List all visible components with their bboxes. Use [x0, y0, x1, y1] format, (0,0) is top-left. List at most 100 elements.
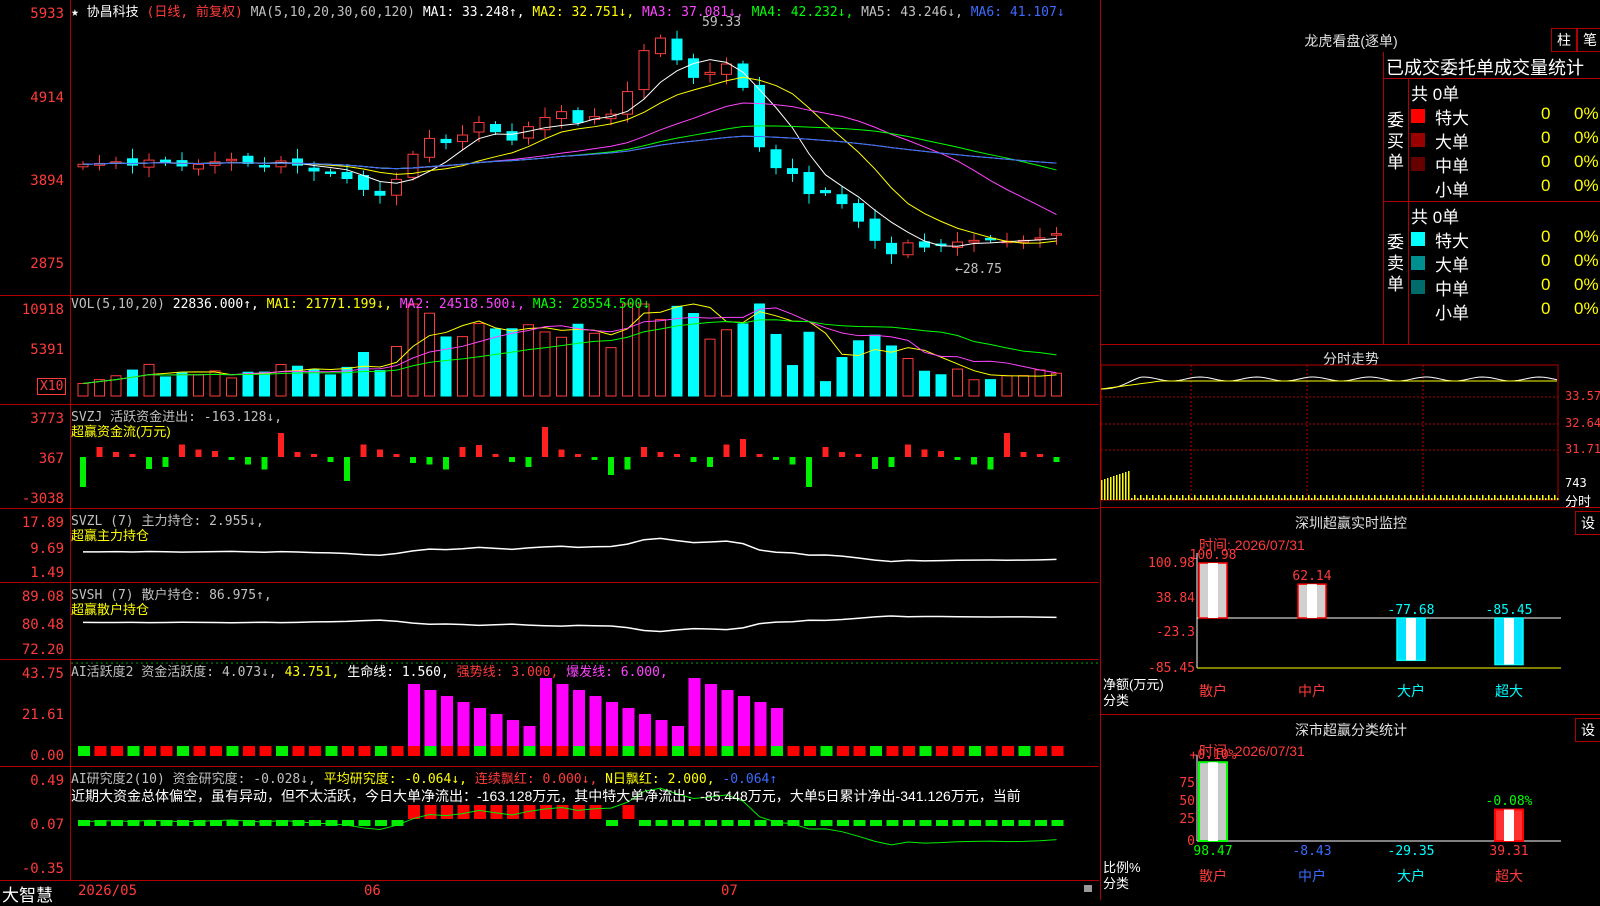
volume-bar	[671, 305, 683, 397]
fenshi-vol-bar	[1488, 495, 1490, 500]
axis-title: 分类	[1103, 876, 1130, 891]
candle-body	[292, 158, 303, 166]
fenshi-vol-bar	[1356, 495, 1358, 500]
activity-base	[738, 746, 750, 756]
candle-body	[473, 122, 485, 133]
ai-activity-panel[interactable]: 43.75 21.61 0.00 AI活跃度2 资金活跃度: 4.073↓, 4…	[0, 660, 1099, 767]
candle-body	[688, 58, 699, 78]
fenshi-vol-bar	[1209, 498, 1211, 500]
sz-stats-chart[interactable]: 755025098.47散户-8.43中户-29.35大户39.31超大+0.1…	[1101, 715, 1600, 900]
volume-bar	[539, 331, 551, 397]
activity-base	[606, 746, 618, 756]
fenshi-panel[interactable]: 分时走势 33.57 32.64 31.71 743 分时	[1100, 345, 1600, 509]
color-swatch	[1411, 109, 1425, 123]
sz-monitor-chart[interactable]: 100.98 38.84 -23.3 -85.45 100.98 散户 62.14 中户 -77…	[1101, 508, 1600, 714]
activity-base	[259, 746, 272, 756]
order-row: 特大 0 0%	[1411, 104, 1600, 128]
color-swatch	[1411, 304, 1425, 318]
svzj-panel[interactable]: 3773 367 -3038 SVZJ 活跃资金进出: -163.128↓, 超…	[0, 405, 1099, 509]
research-bar	[820, 820, 833, 826]
order-count: 0	[1541, 176, 1551, 195]
flow-bar	[344, 457, 350, 481]
fenshi-vol-bar	[1221, 498, 1223, 500]
vol-ma1: MA1: 21771.199↓,	[266, 297, 392, 312]
fenshi-vol-bar	[1338, 495, 1340, 500]
activity-bar	[408, 684, 420, 756]
volume-panel[interactable]: 10918 5391 X10 VOL(5,10,20) 22836.000↑, …	[0, 296, 1099, 405]
fenshi-vol-bar	[1215, 498, 1217, 500]
activity-base	[639, 746, 651, 756]
flow-bar	[789, 457, 796, 465]
svzj-subtitle: 超赢资金流(万元)	[71, 424, 171, 439]
svsh-panel[interactable]: 89.08 80.48 72.20 SVSH (7) 散户持仓: 86.975↑…	[0, 583, 1099, 660]
candle-body	[391, 178, 402, 196]
flow-bar	[212, 451, 218, 457]
fenshi-vol-bar	[1254, 495, 1256, 500]
star-icon[interactable]: ★	[71, 5, 79, 20]
activity-base	[573, 746, 585, 756]
research-bar	[919, 820, 932, 826]
volume-bar	[919, 370, 930, 397]
y-tick: 743	[1565, 476, 1587, 490]
bar-mode-button[interactable]: 柱	[1551, 28, 1577, 52]
candle-body	[572, 110, 584, 124]
activity-bar	[556, 684, 569, 756]
sz-monitor-panel[interactable]: 深圳超赢实时监控 设 时间: 2026/07/31 100.98 38.84 -23…	[1100, 508, 1600, 715]
volume-bar	[1051, 372, 1062, 397]
fenshi-vol-bar	[1218, 495, 1220, 500]
fenshi-vol-bar	[1539, 498, 1541, 500]
activity-base	[936, 746, 948, 756]
lock-icon[interactable]	[1084, 885, 1092, 892]
volume-bar	[886, 345, 897, 397]
flow-bar	[113, 452, 119, 457]
activity-base	[1051, 746, 1064, 756]
period-mode[interactable]: (日线, 前复权)	[147, 5, 243, 20]
activity-base	[408, 746, 420, 756]
fenshi-vol-bar	[1476, 495, 1478, 500]
kline-header: ★ 协昌科技 (日线, 前复权) MA(5,10,20,30,60,120) M…	[71, 1, 1065, 20]
candle-body	[1051, 233, 1062, 236]
research-bar	[705, 820, 717, 826]
research-bar	[177, 820, 189, 826]
candle-body	[770, 149, 782, 169]
flow-bar	[492, 454, 499, 457]
fenshi-vol-bar	[1380, 495, 1382, 500]
vol-value: 22836.000↑,	[172, 297, 259, 312]
fenshi-vol-bar	[1104, 479, 1106, 500]
fenshi-chart[interactable]	[1101, 345, 1600, 507]
fenshi-vol-bar	[1257, 498, 1259, 500]
flow-bar	[690, 457, 697, 462]
activity-base	[127, 746, 140, 756]
flow-bar	[443, 457, 449, 470]
order-count: 0	[1541, 275, 1551, 294]
activity-base	[358, 746, 371, 756]
stock-name[interactable]: 协昌科技	[87, 5, 139, 20]
svzl-panel[interactable]: 17.89 9.69 1.49 SVZL (7) 主力持仓: 2.955↓, 超…	[0, 509, 1099, 583]
tick-mode-button[interactable]: 笔	[1577, 28, 1600, 52]
research-bar	[259, 820, 272, 826]
research-bar	[375, 820, 387, 826]
kline-chart[interactable]	[0, 0, 1099, 295]
sz-stats-panel[interactable]: 深市超赢分类统计 设 时间: 2026/07/31 75 50 25 0 98.47 散户…	[1100, 715, 1600, 900]
fenshi-vol-bar	[1518, 495, 1520, 500]
vol-ma2: MA2: 24518.500↓,	[399, 297, 525, 312]
fenshi-vol-bar	[1350, 495, 1352, 500]
brand-logo[interactable]: 大智慧	[2, 881, 53, 906]
fenshi-vol-bar	[1251, 498, 1253, 500]
fenshi-vol-bar	[1443, 498, 1445, 500]
candle-body	[902, 242, 914, 256]
ai-research-panel[interactable]: 0.49 0.07 -0.35 AI研究度2(10) 资金研究度: -0.028…	[0, 767, 1099, 880]
y-tick: 25	[1179, 812, 1195, 827]
longhu-panel[interactable]: 龙虎看盘(逐单) 柱 笔 已成交委托单成交量统计 委买单 共 0单 特大 0 0% 大…	[1100, 0, 1600, 345]
fenshi-vol-bar	[1497, 498, 1499, 500]
divider	[1384, 78, 1600, 79]
research-bar	[358, 820, 371, 826]
volume-chart[interactable]	[0, 296, 1099, 404]
candle-body	[836, 194, 848, 205]
kline-panel[interactable]: 5933 4914 3894 2875 ★ 协昌科技 (日线, 前复权) MA(…	[0, 0, 1099, 296]
volume-bar	[341, 366, 353, 397]
volume-bar	[869, 334, 881, 397]
fenshi-vol-bar	[1458, 495, 1460, 500]
flow-bar	[938, 451, 944, 457]
fenshi-vol-bar	[1302, 495, 1304, 500]
